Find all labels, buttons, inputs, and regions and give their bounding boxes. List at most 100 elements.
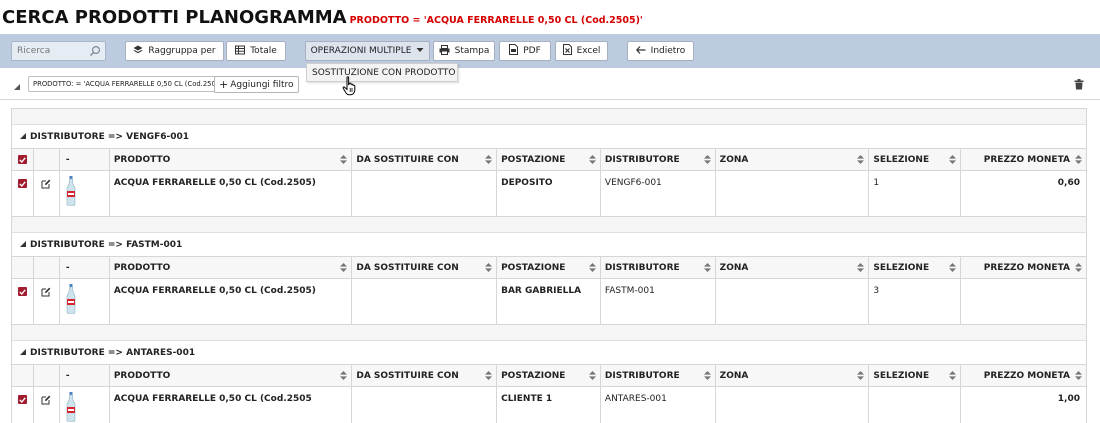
group-title: DISTRIBUTORE => ANTARES-001 (30, 347, 196, 358)
column-header-selection[interactable]: SELEZIONE (869, 149, 962, 170)
sort-icon[interactable] (949, 371, 957, 383)
edit-button[interactable] (34, 387, 60, 423)
column-header-price[interactable]: PREZZO MONETA (961, 149, 1086, 170)
column-header-selection[interactable]: SELEZIONE (869, 365, 962, 386)
row-selection: 1 (869, 171, 962, 216)
column-header-label: DISTRIBUTORE (604, 262, 680, 273)
row-checkbox[interactable] (12, 387, 34, 423)
group-header[interactable]: DISTRIBUTORE => FASTM-001 (12, 233, 1086, 257)
dropdown-menu-item-replace-product[interactable]: SOSTITUZIONE CON PRODOTTO (306, 63, 458, 82)
group-header[interactable]: DISTRIBUTORE => ANTARES-001 (12, 341, 1086, 365)
column-header-replace-with[interactable]: DA SOSTITUIRE CON (352, 149, 498, 170)
sort-icon[interactable] (703, 263, 711, 275)
sort-icon[interactable] (857, 371, 865, 383)
column-header-selection[interactable]: SELEZIONE (869, 257, 962, 278)
sort-icon[interactable] (1074, 371, 1082, 383)
collapse-triangle-icon[interactable] (14, 82, 20, 93)
column-header-station[interactable]: POSTAZIONE (497, 149, 601, 170)
sort-icon[interactable] (703, 371, 711, 383)
header-edit-cell (34, 149, 60, 170)
column-header-distributor[interactable]: DISTRIBUTORE (601, 365, 716, 386)
row-checkbox[interactable] (12, 171, 34, 216)
column-header-product[interactable]: PRODOTTO (110, 257, 353, 278)
search-input[interactable] (12, 42, 84, 60)
column-header-distributor[interactable]: DISTRIBUTORE (601, 149, 716, 170)
column-header-replace-with[interactable]: DA SOSTITUIRE CON (352, 365, 498, 386)
column-header-price[interactable]: PREZZO MONETA (961, 365, 1086, 386)
multiple-operations-dropdown[interactable]: OPERAZIONI MULTIPLE (305, 41, 430, 61)
table-row[interactable]: ACQUA FERRARELLE 0,50 CL (Cod.2505) BAR … (12, 279, 1086, 325)
group-header[interactable]: DISTRIBUTORE => VENGF6-001 (12, 125, 1086, 149)
total-button[interactable]: Totale (226, 41, 286, 61)
table-row[interactable]: ACQUA FERRARELLE 0,50 CL (Cod.2505 CLIEN… (12, 387, 1086, 423)
group-by-label: Raggruppa per (148, 46, 216, 56)
excel-button[interactable]: Excel (555, 41, 608, 61)
column-header-zone[interactable]: ZONA (716, 149, 870, 170)
back-label: Indietro (650, 46, 686, 56)
printer-icon (439, 44, 450, 58)
column-header-product[interactable]: PRODOTTO (110, 149, 353, 170)
row-station: CLIENTE 1 (497, 387, 601, 423)
sort-icon[interactable] (949, 155, 957, 167)
header-edit-cell (34, 365, 60, 386)
checkbox-checked-icon (17, 179, 27, 188)
add-filter-button[interactable]: + Aggiungi filtro (214, 76, 299, 93)
group-by-button[interactable]: Raggruppa per (125, 41, 224, 61)
row-replace-with (352, 387, 498, 423)
table-row[interactable]: ACQUA FERRARELLE 0,50 CL (Cod.2505) DEPO… (12, 171, 1086, 217)
sort-icon[interactable] (1074, 155, 1082, 167)
column-header-label: POSTAZIONE (501, 154, 566, 165)
column-header-label: DA SOSTITUIRE CON (356, 262, 459, 273)
sort-icon[interactable] (588, 263, 596, 275)
sort-icon[interactable] (340, 263, 348, 275)
filter-chip-label: PRODOTTO: = 'ACQUA FERRARELLE 0,50 CL (C… (33, 80, 229, 88)
row-replace-with (352, 171, 498, 216)
column-header-station[interactable]: POSTAZIONE (497, 257, 601, 278)
table-header: - PRODOTTO DA SOSTITUIRE CON POSTAZIONE … (12, 365, 1086, 387)
table-icon (235, 45, 246, 58)
checkbox-checked-icon (17, 395, 27, 404)
column-header-replace-with[interactable]: DA SOSTITUIRE CON (352, 257, 498, 278)
sort-icon[interactable] (588, 371, 596, 383)
row-station: DEPOSITO (497, 171, 601, 216)
sort-icon[interactable] (949, 263, 957, 275)
sort-icon[interactable] (857, 263, 865, 275)
product-image (60, 171, 110, 216)
row-zone (716, 387, 870, 423)
group-title: DISTRIBUTORE => VENGF6-001 (30, 131, 190, 142)
sort-icon[interactable] (588, 155, 596, 167)
pdf-file-icon (509, 44, 519, 58)
pdf-button[interactable]: PDF (499, 41, 551, 61)
sort-icon[interactable] (703, 155, 711, 167)
sort-icon[interactable] (485, 155, 493, 167)
search-box (11, 41, 106, 61)
select-all-checkbox[interactable] (12, 149, 34, 170)
sort-icon[interactable] (1074, 263, 1082, 275)
sort-icon[interactable] (485, 263, 493, 275)
column-header-distributor[interactable]: DISTRIBUTORE (601, 257, 716, 278)
sort-icon[interactable] (485, 371, 493, 383)
checkbox-checked-icon (17, 155, 27, 164)
column-header-label: PRODOTTO (113, 262, 171, 273)
column-header-label: SELEZIONE (873, 154, 930, 165)
sort-icon[interactable] (857, 155, 865, 167)
column-header-zone[interactable]: ZONA (716, 365, 870, 386)
column-header-price[interactable]: PREZZO MONETA (961, 257, 1086, 278)
caret-down-icon (416, 46, 424, 56)
results-grid: DISTRIBUTORE => VENGF6-001 - PRODOTTO DA… (11, 108, 1087, 423)
edit-button[interactable] (34, 279, 60, 324)
group-title: DISTRIBUTORE => FASTM-001 (30, 239, 183, 250)
edit-button[interactable] (34, 171, 60, 216)
column-header-product[interactable]: PRODOTTO (110, 365, 353, 386)
sort-icon[interactable] (340, 371, 348, 383)
column-header-zone[interactable]: ZONA (716, 257, 870, 278)
column-header-label: PREZZO MONETA (983, 262, 1070, 273)
sort-icon[interactable] (340, 155, 348, 167)
search-icon[interactable] (89, 45, 101, 60)
column-header-station[interactable]: POSTAZIONE (497, 365, 601, 386)
print-button[interactable]: Stampa (433, 41, 495, 61)
trash-icon[interactable] (1074, 79, 1084, 93)
arrow-left-icon (635, 45, 646, 57)
back-button[interactable]: Indietro (627, 41, 694, 61)
row-checkbox[interactable] (12, 279, 34, 324)
